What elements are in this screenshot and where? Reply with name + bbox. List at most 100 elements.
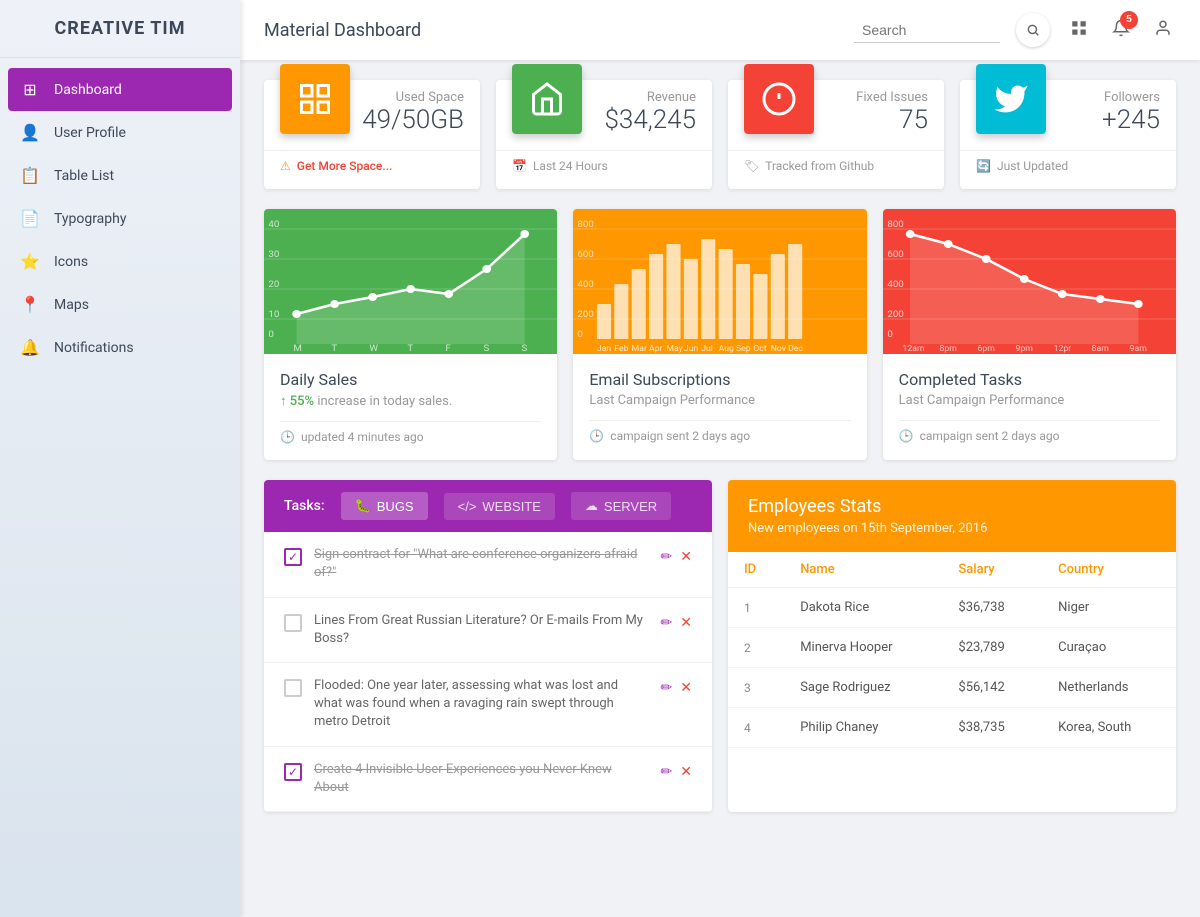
email-subscriptions-subtitle: Last Campaign Performance xyxy=(589,393,850,408)
task-actions-1: ✏ ✕ xyxy=(661,548,692,565)
cell-country: Korea, South xyxy=(1042,708,1176,748)
svg-text:40: 40 xyxy=(268,220,279,231)
svg-text:Jan: Jan xyxy=(597,344,612,354)
stats-row: Used Space 49/50GB ⚠ Get More Space... xyxy=(264,80,1176,189)
revenue-footer-text: Last 24 Hours xyxy=(533,159,608,173)
svg-text:200: 200 xyxy=(887,310,903,321)
fixed-issues-icon xyxy=(744,64,814,134)
svg-text:S: S xyxy=(483,344,489,355)
task-edit-button-4[interactable]: ✏ xyxy=(661,763,673,780)
task-text-3: Flooded: One year later, assessing what … xyxy=(314,677,649,732)
daily-sales-title: Daily Sales xyxy=(280,370,541,389)
employees-card: Employees Stats New employees on 15th Se… xyxy=(728,480,1176,812)
revenue-footer: 📅 Last 24 Hours xyxy=(496,150,712,173)
task-checkbox-1[interactable] xyxy=(284,548,302,566)
task-edit-button-1[interactable]: ✏ xyxy=(661,548,673,565)
svg-text:400: 400 xyxy=(578,280,594,291)
task-delete-button-2[interactable]: ✕ xyxy=(680,614,692,631)
completed-tasks-chart-header: 800 600 400 200 0 12am 8 xyxy=(883,209,1176,354)
stat-card-used-space: Used Space 49/50GB ⚠ Get More Space... xyxy=(264,80,480,189)
sidebar-item-label: Icons xyxy=(54,254,88,270)
task-checkbox-3[interactable] xyxy=(284,679,302,697)
sidebar-item-user-profile[interactable]: 👤 User Profile xyxy=(0,111,240,154)
svg-text:Oct: Oct xyxy=(754,344,768,354)
task-actions-4: ✏ ✕ xyxy=(661,763,692,780)
completed-tasks-title: Completed Tasks xyxy=(899,370,1160,389)
followers-value: +245 xyxy=(1050,105,1160,136)
svg-text:10: 10 xyxy=(268,310,279,321)
notifications-button[interactable]: 5 xyxy=(1108,15,1134,46)
svg-text:9pm: 9pm xyxy=(1015,344,1032,354)
task-checkbox-2[interactable] xyxy=(284,614,302,632)
revenue-value: $34,245 xyxy=(586,105,696,136)
tab-website[interactable]: </> WEBSITE xyxy=(444,493,555,520)
task-edit-button-3[interactable]: ✏ xyxy=(661,679,673,696)
sidebar-item-label: Table List xyxy=(54,168,114,184)
svg-text:Nov: Nov xyxy=(771,344,786,354)
refresh-icon: 🔄 xyxy=(976,159,991,173)
sidebar-item-dashboard[interactable]: ⊞ Dashboard xyxy=(0,68,240,111)
table-row: 2 Minerva Hooper $23,789 Curaçao xyxy=(728,628,1176,668)
clock-icon-2: 🕒 xyxy=(589,429,604,443)
svg-text:12am: 12am xyxy=(902,344,924,354)
svg-text:T: T xyxy=(331,344,337,355)
sidebar-item-icons[interactable]: ⭐ Icons xyxy=(0,240,240,283)
sidebar-item-table-list[interactable]: 📋 Table List xyxy=(0,154,240,197)
svg-text:800: 800 xyxy=(887,220,903,231)
svg-text:S: S xyxy=(521,344,527,355)
cell-country: Curaçao xyxy=(1042,628,1176,668)
svg-text:W: W xyxy=(369,344,378,355)
daily-sales-body: Daily Sales ↑ 55% increase in today sale… xyxy=(264,354,557,460)
task-text-4: Create 4 Invisible User Experiences you … xyxy=(314,761,649,797)
employees-table: ID Name Salary Country 1 Dakota Rice $36… xyxy=(728,552,1176,748)
cell-name: Minerva Hooper xyxy=(784,628,942,668)
tab-bugs[interactable]: 🐛 BUGS xyxy=(341,492,428,520)
grid-button[interactable] xyxy=(1066,15,1092,46)
typography-icon: 📄 xyxy=(20,209,40,228)
task-checkbox-4[interactable] xyxy=(284,763,302,781)
svg-text:Sep: Sep xyxy=(736,344,751,354)
search-button[interactable] xyxy=(1016,13,1050,47)
task-delete-button-4[interactable]: ✕ xyxy=(680,763,692,780)
task-edit-button-2[interactable]: ✏ xyxy=(661,614,673,631)
svg-text:8am: 8am xyxy=(1091,344,1108,354)
tasks-card: Tasks: 🐛 BUGS </> WEBSITE ☁ SERVER xyxy=(264,480,712,812)
svg-text:6pm: 6pm xyxy=(977,344,994,354)
profile-button[interactable] xyxy=(1150,15,1176,46)
tag-icon: 🏷 xyxy=(744,159,759,173)
stat-card-followers: Followers +245 🔄 Just Updated xyxy=(960,80,1176,189)
followers-footer: 🔄 Just Updated xyxy=(960,150,1176,173)
dashboard-icon: ⊞ xyxy=(20,80,40,99)
task-delete-button-3[interactable]: ✕ xyxy=(680,679,692,696)
sidebar-item-label: Notifications xyxy=(54,340,134,356)
get-more-space-link[interactable]: Get More Space... xyxy=(297,159,393,173)
cell-id: 1 xyxy=(728,588,784,628)
svg-text:Aug: Aug xyxy=(719,344,735,354)
search-box[interactable] xyxy=(854,18,1000,43)
notification-badge: 5 xyxy=(1120,11,1138,29)
cell-country: Netherlands xyxy=(1042,668,1176,708)
task-text-2: Lines From Great Russian Literature? Or … xyxy=(314,612,649,648)
sidebar-item-typography[interactable]: 📄 Typography xyxy=(0,197,240,240)
task-actions-3: ✏ ✕ xyxy=(661,679,692,696)
followers-label: Followers xyxy=(1050,90,1160,105)
svg-text:0: 0 xyxy=(268,330,273,341)
header: Material Dashboard 5 xyxy=(240,0,1200,60)
maps-icon: 📍 xyxy=(20,295,40,314)
cell-name: Philip Chaney xyxy=(784,708,942,748)
followers-footer-text: Just Updated xyxy=(997,159,1068,173)
search-input[interactable] xyxy=(862,22,992,38)
svg-text:M: M xyxy=(293,344,302,355)
sidebar-item-notifications[interactable]: 🔔 Notifications xyxy=(0,326,240,369)
sidebar-item-maps[interactable]: 📍 Maps xyxy=(0,283,240,326)
page-title: Material Dashboard xyxy=(264,20,421,41)
cell-salary: $36,738 xyxy=(942,588,1042,628)
fixed-issues-footer-text: Tracked from Github xyxy=(765,159,874,173)
table-row: 1 Dakota Rice $36,738 Niger xyxy=(728,588,1176,628)
table-row: 3 Sage Rodriguez $56,142 Netherlands xyxy=(728,668,1176,708)
fixed-issues-label: Fixed Issues xyxy=(818,90,928,105)
chart-daily-sales: 40 30 20 10 0 M xyxy=(264,209,557,460)
task-delete-button-1[interactable]: ✕ xyxy=(680,548,692,565)
tab-server[interactable]: ☁ SERVER xyxy=(571,492,671,520)
employees-title: Employees Stats xyxy=(748,496,1156,517)
